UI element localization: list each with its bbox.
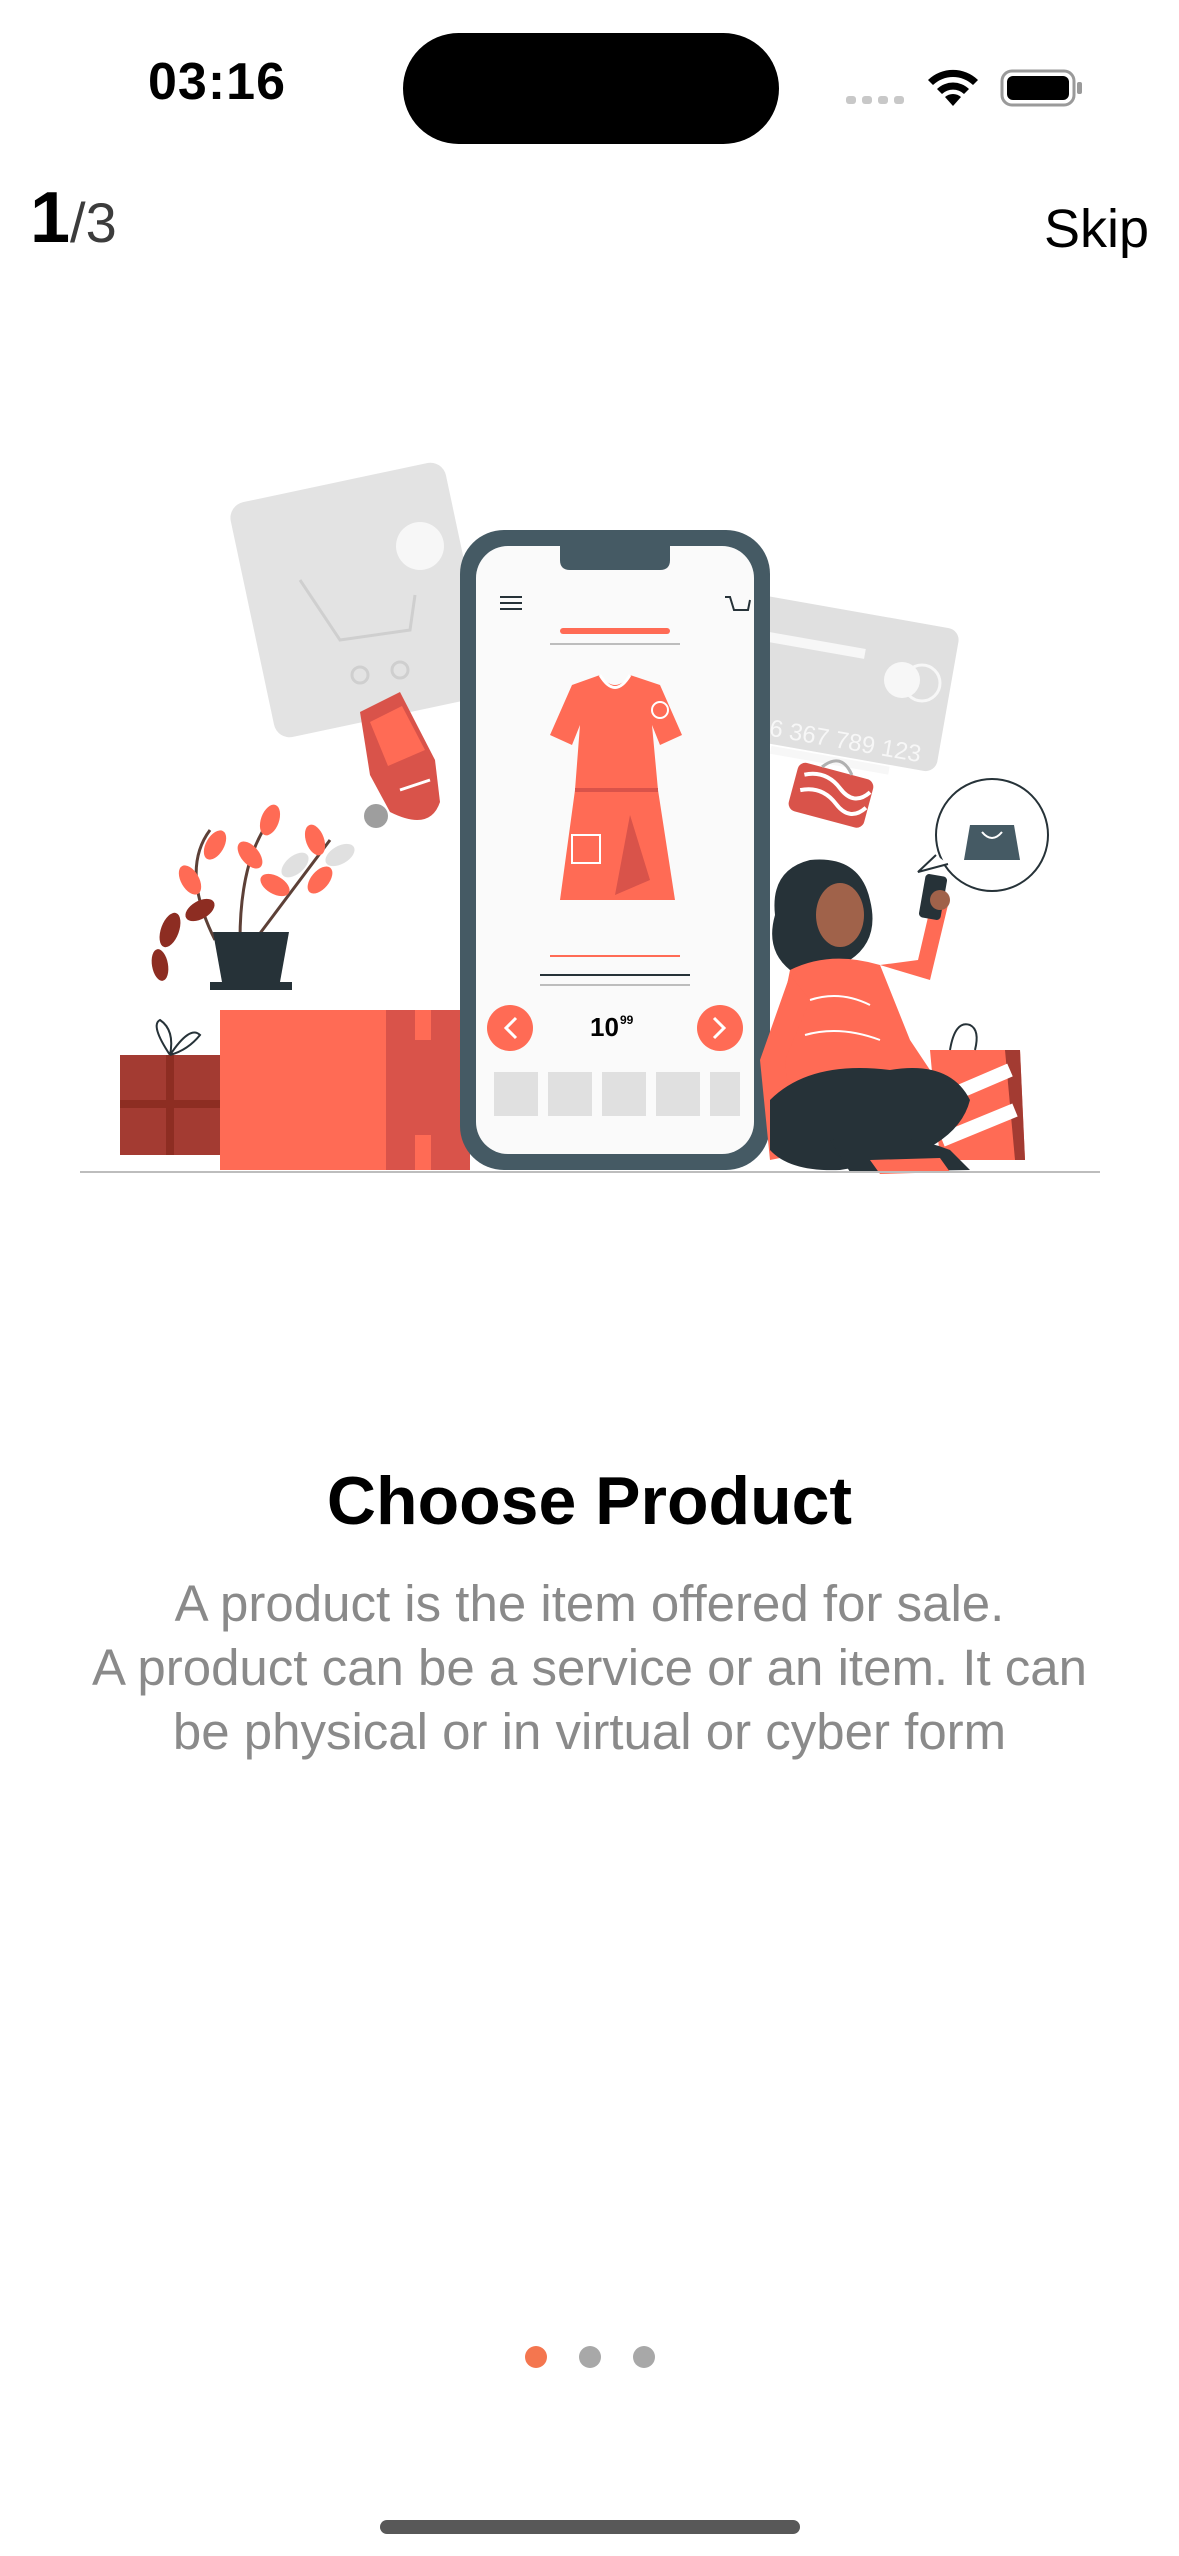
price-cents-text: 99 <box>620 1013 634 1027</box>
shipping-box-graphic <box>220 1010 470 1170</box>
skip-button[interactable]: Skip <box>1044 198 1149 260</box>
pagination-dot-1[interactable] <box>524 2346 547 2368</box>
cellular-signal-icon <box>846 96 904 104</box>
battery-icon <box>1000 69 1082 107</box>
status-time: 03:16 <box>148 53 286 111</box>
page-title: Choose Product <box>326 1463 853 1539</box>
plant-graphic <box>151 804 355 990</box>
gift-box-graphic <box>120 1018 220 1155</box>
phone-graphic: 10 99 <box>460 530 770 1170</box>
description-line: A product is the item offered for sale. <box>174 1575 1005 1632</box>
dynamic-island <box>403 33 779 144</box>
woman-graphic <box>760 859 970 1174</box>
pagination-dots <box>0 2346 1179 2368</box>
sock-graphic <box>360 692 440 828</box>
page-total: /3 <box>70 191 117 254</box>
pagination-dot-2[interactable] <box>578 2346 601 2368</box>
page-current: 1 <box>30 178 71 258</box>
page-description: A product is the item offered for sale. … <box>40 1572 1139 1764</box>
online-shopping-illustration: 456 367 789 123 10 99 <box>80 462 1100 1174</box>
speech-bubble-bag-graphic <box>917 778 1049 892</box>
cart-card-graphic <box>230 462 490 738</box>
wifi-icon <box>928 69 978 106</box>
page-indicator: 1/3 <box>30 182 117 254</box>
home-indicator[interactable] <box>380 2520 800 2534</box>
description-line: A product can be a service or an item. I… <box>91 1639 1088 1696</box>
status-bar: 03:16 <box>0 0 1179 170</box>
pagination-dot-3[interactable] <box>632 2346 655 2368</box>
price-main-text: 10 <box>590 1012 619 1042</box>
description-line: be physical or in virtual or cyber form <box>172 1703 1007 1760</box>
